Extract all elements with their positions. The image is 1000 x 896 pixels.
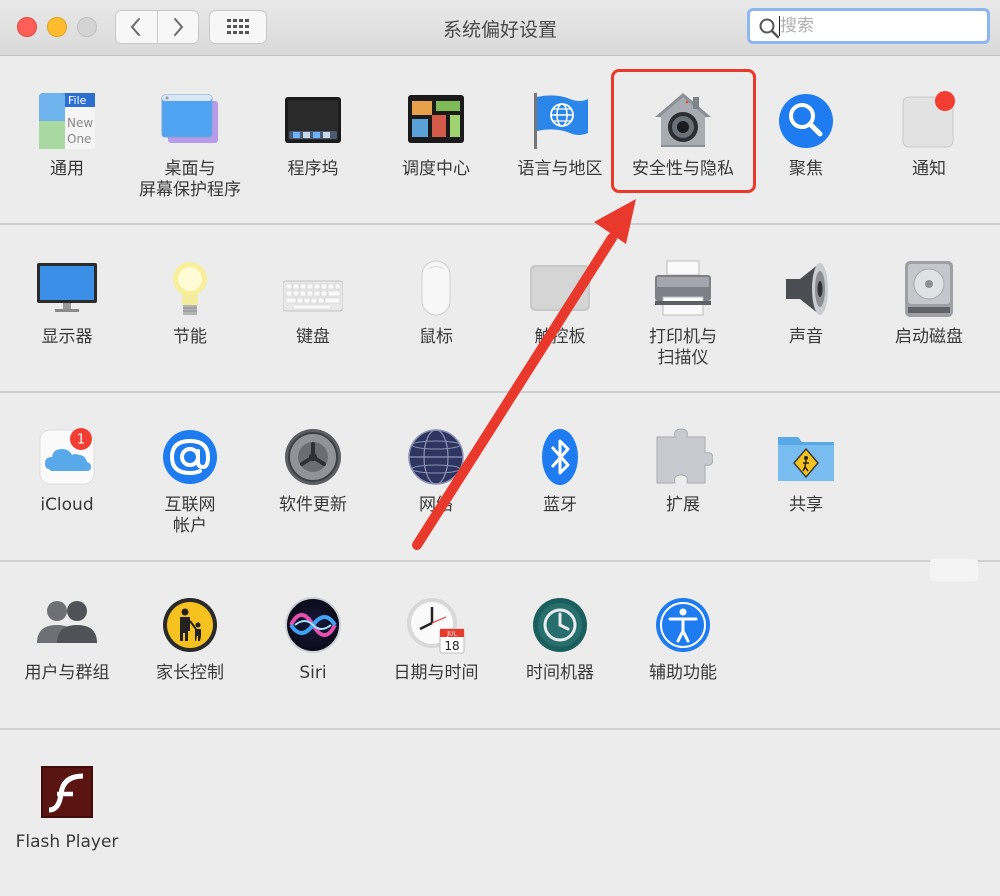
parental-controls-icon [163, 598, 217, 652]
pref-label: Siri [299, 663, 327, 683]
svg-text:One: One [67, 132, 91, 146]
svg-text:1: 1 [77, 433, 85, 448]
general-icon: File New One [39, 93, 95, 149]
siri-icon [285, 597, 341, 653]
dock-icon [285, 97, 341, 143]
clock-calendar-icon: JUL 18 [407, 598, 465, 654]
forward-button[interactable] [156, 11, 199, 43]
back-button[interactable] [116, 11, 157, 43]
pref-label: 通用 [50, 159, 84, 179]
keyboard-icon [283, 280, 343, 312]
window-titlebar: 系统偏好设置 [0, 0, 1000, 56]
pref-label: 启动磁盘 [895, 327, 963, 347]
icloud-icon: 1 [39, 428, 95, 485]
pref-label: 蓝牙 [543, 495, 577, 515]
pref-label: 用户与群组 [24, 663, 110, 683]
pref-label: 打印机与 扫描仪 [649, 327, 717, 368]
search-field[interactable] [747, 8, 990, 44]
accessibility-icon [656, 598, 710, 652]
pref-label: 键盘 [296, 327, 330, 347]
pref-label: iCloud [40, 495, 94, 515]
section-divider [0, 391, 1000, 393]
svg-text:18: 18 [444, 639, 459, 653]
flash-player-icon [41, 766, 93, 818]
mouse-icon [421, 260, 451, 316]
section-divider [0, 560, 1000, 562]
display-icon [37, 263, 97, 312]
gear-icon [285, 429, 341, 485]
hard-disk-icon [905, 261, 953, 317]
pref-label: 触控板 [534, 327, 586, 347]
shared-folder-icon [778, 437, 834, 481]
pref-label: Flash Player [15, 832, 119, 852]
minimize-button[interactable] [47, 17, 67, 37]
search-input[interactable] [780, 15, 980, 37]
pref-label: 家长控制 [156, 663, 224, 683]
pref-label: 日期与时间 [393, 663, 479, 683]
annotation-arrow [412, 199, 636, 550]
desktop-icon [161, 94, 218, 143]
close-button[interactable] [17, 17, 37, 37]
chevron-left-icon [130, 18, 141, 36]
svg-text:JUL: JUL [446, 631, 457, 638]
pref-label: 共享 [789, 495, 823, 515]
highlight-box [611, 69, 756, 193]
users-icon [37, 601, 97, 643]
pref-label: 时间机器 [526, 663, 594, 683]
pref-label: 网络 [419, 495, 453, 515]
trackpad-icon [530, 265, 590, 311]
text-caret [779, 16, 780, 36]
pref-label: 调度中心 [402, 159, 470, 179]
pref-label: 鼠标 [419, 327, 453, 347]
section-divider [0, 728, 1000, 730]
pref-label: 桌面与 屏幕保护程序 [139, 159, 241, 200]
pref-label: 程序坞 [287, 159, 339, 179]
grid-icon [227, 19, 249, 34]
printer-icon [655, 260, 711, 316]
history-nav [115, 10, 199, 44]
network-globe-icon [408, 429, 464, 485]
chevron-right-icon [173, 18, 184, 36]
pref-label: 显示器 [41, 327, 93, 347]
speaker-icon [786, 263, 828, 315]
time-machine-icon [533, 598, 587, 652]
pref-label: 互联网 帐户 [164, 495, 216, 536]
puzzle-piece-icon [656, 428, 713, 484]
pref-label: 通知 [912, 159, 946, 179]
lightbulb-icon [173, 262, 207, 315]
svg-text:New: New [67, 116, 93, 130]
show-all-button[interactable] [209, 10, 267, 44]
pref-label: 声音 [789, 327, 823, 347]
section-divider [0, 223, 1000, 225]
pref-label: 语言与地区 [517, 159, 603, 179]
pref-label: 节能 [173, 327, 207, 347]
pref-label: 聚焦 [789, 159, 823, 179]
svg-text:File: File [68, 94, 87, 107]
window-title: 系统偏好设置 [442, 19, 557, 41]
pref-label: 扩展 [666, 495, 700, 515]
mission-control-icon [408, 95, 464, 143]
flag-globe-icon [534, 93, 588, 149]
notifications-icon [902, 91, 955, 148]
bluetooth-icon [542, 429, 578, 485]
zoom-button[interactable] [77, 17, 97, 37]
spotlight-icon [779, 94, 833, 148]
search-icon [759, 18, 780, 39]
pref-label: 辅助功能 [649, 663, 717, 683]
at-sign-icon [163, 430, 217, 484]
pref-label: 软件更新 [279, 495, 347, 515]
window-resize-handle[interactable] [930, 559, 978, 581]
